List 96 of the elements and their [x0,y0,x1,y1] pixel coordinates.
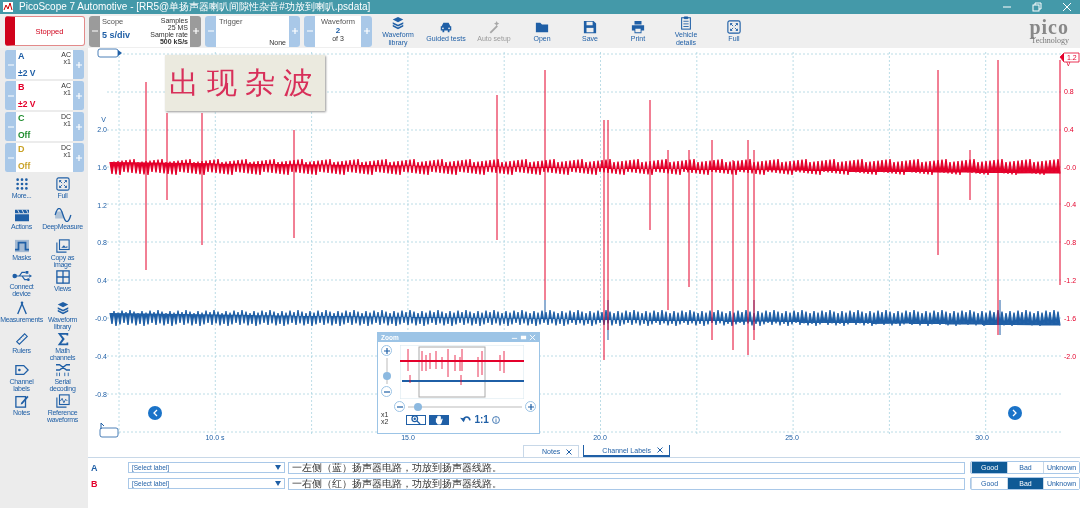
minus-icon [7,154,14,161]
decrease-button[interactable] [5,50,16,79]
scroll-left-button[interactable] [148,406,162,420]
axis-flag[interactable] [1059,52,1080,63]
channel-letter: A [90,462,99,473]
minus-icon [306,28,313,34]
mask-waveform-icon [13,239,30,253]
decrease-button[interactable] [304,15,315,47]
clapperboard-icon [13,208,30,222]
image-waveform-icon [55,394,70,408]
zoom-in-button[interactable] [381,345,392,356]
slider-thumb[interactable] [414,402,423,411]
plus-icon [291,28,298,34]
waveform-number: 2 [335,25,341,35]
channel-name: A [18,51,25,63]
timebase-value: 5 s/div [102,29,130,40]
increase-button[interactable] [361,15,372,47]
channel-range: Off [18,161,32,171]
plus-icon [75,92,82,99]
channel-name: D [18,144,25,156]
sigma-icon [55,332,70,346]
plus-icon [75,123,82,130]
slider-thumb[interactable] [382,372,391,381]
book-stack-icon [391,16,405,30]
crossed-lines-icon [54,363,71,377]
compass-icon [15,301,28,315]
maximize-icon[interactable] [520,334,527,341]
window-title: PicoScope 7 Automotive - [RR5@单扬声器喇叭间隙性杂音#功放到喇叭.psdata] [19,0,371,14]
minus-icon [383,388,390,395]
sine-wave-icon [53,208,72,222]
undo-icon[interactable] [460,415,472,424]
channel-name: C [18,113,25,125]
plus-icon [75,154,82,161]
ruler-handle-icon[interactable] [97,48,122,58]
expand-icon [727,19,741,34]
decrease-button[interactable] [5,81,16,110]
label-tag-icon [14,363,29,377]
dropdown-caret-icon [274,465,281,470]
minus-icon [91,28,98,34]
zoom-in-button[interactable] [525,401,536,412]
increase-button[interactable] [73,143,84,172]
magnifier-plus-icon [411,414,422,425]
printer-icon [631,19,645,34]
reset-zoom-button[interactable]: 1:1 [474,414,489,425]
channel-letter: B [90,478,99,489]
annotation-note: 出现杂波 [165,55,325,111]
scroll-right-button[interactable] [1008,406,1022,420]
increase-button[interactable] [190,15,201,47]
close-icon[interactable] [566,448,573,455]
plus-icon [363,28,370,34]
decrease-button[interactable] [5,112,16,141]
app-logo-icon [3,2,13,12]
spike-line [969,149,971,201]
minus-icon [7,61,14,68]
increase-button[interactable] [73,50,84,79]
plus-icon [527,403,534,410]
channel-range: Off [18,130,32,140]
decrease-button[interactable] [205,15,216,47]
close-icon[interactable] [657,447,663,453]
note-field[interactable]: 一左侧（蓝）扬声器电路，功放到扬声器线路。 [287,461,965,474]
decrease-button[interactable] [5,143,16,172]
four-panes-icon [55,270,70,284]
clipboard-icon [679,16,693,30]
usb-icon [11,270,32,282]
increase-button[interactable] [289,15,300,47]
book-stack-icon [55,301,70,315]
channel-range: ±2 V [18,99,37,109]
zoom-out-button[interactable] [381,386,392,397]
pencil-note-icon [14,394,29,408]
minus-icon [207,28,214,34]
plus-icon [75,61,82,68]
minus-icon [396,403,403,410]
note-field[interactable]: 一右侧（红）扬声器电路，功放到扬声器线路。 [287,477,965,490]
hand-icon [434,414,445,425]
plus-icon [383,347,390,354]
increase-button[interactable] [73,81,84,110]
expand-icon [55,177,70,191]
dropdown-caret-icon [274,481,281,486]
minus-icon [7,123,14,130]
restore-icon[interactable] [1032,2,1042,12]
mode-button[interactable] [429,414,450,425]
image-stack-icon [55,239,70,253]
ruler-icon [14,332,29,346]
zoom-out-button[interactable] [394,401,406,412]
vertical-zoom-slider[interactable] [385,358,388,384]
wand-icon [487,19,501,34]
dot-grid-icon [14,177,29,191]
info-icon[interactable] [491,415,500,424]
channel-name: B [18,82,25,94]
horizontal-zoom-slider[interactable] [408,405,522,408]
mode-button[interactable] [406,414,427,425]
ruler-handle-icon[interactable] [99,422,119,438]
channel-range: ±2 V [18,68,37,78]
plus-icon [192,28,199,34]
minus-icon [7,92,14,99]
increase-button[interactable] [73,112,84,141]
